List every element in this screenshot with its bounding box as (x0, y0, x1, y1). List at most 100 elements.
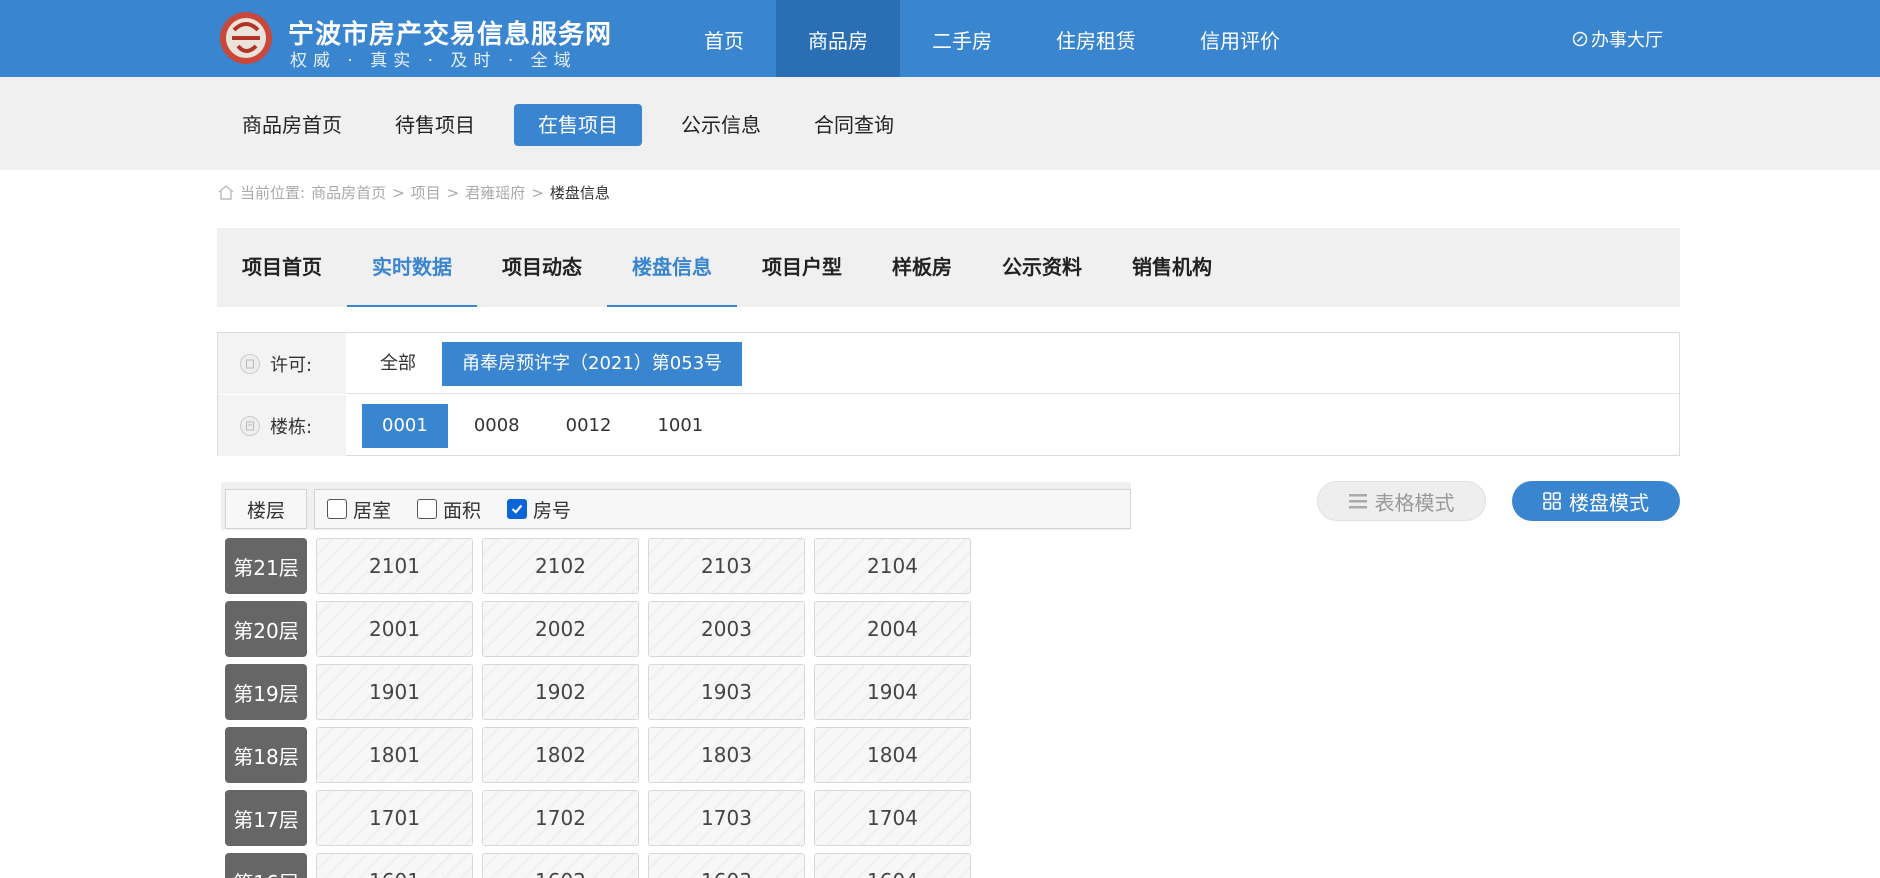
plan-mode-button[interactable]: 楼盘模式 (1512, 481, 1680, 521)
sub-nav: 商品房首页 待售项目 在售项目 公示信息 合同查询 (228, 104, 933, 146)
building-option-0001[interactable]: 0001 (362, 403, 448, 448)
filter-panel: 许可: 全部 甬奉房预许字（2021）第053号 楼栋: 0001 0008 0… (217, 332, 1680, 456)
logo-emblem-icon (220, 12, 272, 64)
check-icon (511, 504, 523, 514)
breadcrumb-separator: > (392, 183, 405, 202)
plan-mode-label: 楼盘模式 (1569, 490, 1649, 515)
tab-show-home[interactable]: 样板房 (867, 228, 977, 307)
unit-cell[interactable]: 1603 (648, 853, 805, 878)
unit-cell[interactable]: 1601 (316, 853, 473, 878)
breadcrumb-item[interactable]: 商品房首页 (311, 182, 386, 203)
unit-cell[interactable]: 1803 (648, 727, 805, 783)
unit-cell[interactable]: 2002 (482, 601, 639, 657)
floor-label: 第18层 (225, 727, 307, 783)
room-number-checkbox[interactable]: 房号 (507, 496, 571, 523)
permit-filter-label: 许可: (218, 333, 346, 394)
building-option-0012[interactable]: 0012 (546, 404, 632, 448)
floor-row: 第17层 1701 1702 1703 1704 (225, 790, 985, 846)
room-number-checkbox-label: 房号 (533, 499, 572, 522)
unit-cell[interactable]: 2001 (316, 601, 473, 657)
unit-cell[interactable]: 2103 (648, 538, 805, 594)
site-slogan: 权威 · 真实 · 及时 · 全域 (290, 51, 577, 71)
main-nav-second-hand[interactable]: 二手房 (900, 0, 1024, 77)
breadcrumb-item[interactable]: 君雍瑶府 (465, 182, 525, 203)
table-mode-label: 表格模式 (1374, 490, 1455, 515)
compass-icon (1572, 31, 1588, 47)
building-filter-label: 楼栋: (218, 395, 346, 456)
rooms-checkbox[interactable]: 居室 (327, 496, 391, 523)
unit-cell[interactable]: 1702 (482, 790, 639, 846)
building-filter-row: 楼栋: 0001 0008 0012 1001 (218, 395, 1679, 456)
unit-cell[interactable]: 1704 (814, 790, 971, 846)
floor-label: 第16层 (225, 853, 307, 878)
subnav-on-sale-projects[interactable]: 在售项目 (514, 104, 642, 146)
main-nav: 首页 商品房 二手房 住房租赁 信用评价 (672, 0, 1312, 77)
floor-label: 第19层 (225, 664, 307, 720)
unit-cell[interactable]: 1701 (316, 790, 473, 846)
tab-project-news[interactable]: 项目动态 (477, 228, 607, 307)
breadcrumb-current: 楼盘信息 (549, 184, 610, 202)
permit-options: 全部 甬奉房预许字（2021）第053号 (346, 333, 748, 394)
permit-filter-row: 许可: 全部 甬奉房预许字（2021）第053号 (218, 333, 1679, 394)
site-logo[interactable]: 宁波市房产交易信息服务网 权威 · 真实 · 及时 · 全域 (216, 6, 611, 72)
table-mode-button[interactable]: 表格模式 (1317, 481, 1486, 521)
building-option-0008[interactable]: 0008 (454, 404, 540, 448)
main-nav-home[interactable]: 首页 (672, 0, 776, 77)
area-checkbox[interactable]: 面积 (417, 496, 481, 523)
unit-cell[interactable]: 2004 (814, 601, 971, 657)
tab-building-info[interactable]: 楼盘信息 (607, 228, 737, 307)
project-tabs: 项目首页 实时数据 项目动态 楼盘信息 项目户型 样板房 公示资料 销售机构 (217, 228, 1680, 307)
breadcrumb: 当前位置: 商品房首页 > 项目 > 君雍瑶府 > 楼盘信息 (218, 182, 610, 203)
floor-row: 第16层 1601 1602 1603 1604 (225, 853, 985, 878)
unit-cell[interactable]: 1604 (814, 853, 971, 878)
subnav-public-info[interactable]: 公示信息 (667, 104, 775, 146)
subnav-pending-projects[interactable]: 待售项目 (381, 104, 489, 146)
document-icon (240, 353, 260, 374)
tab-floor-plans[interactable]: 项目户型 (737, 228, 867, 307)
unit-cell[interactable]: 1703 (648, 790, 805, 846)
permit-option-all[interactable]: 全部 (360, 342, 436, 386)
building-option-1001[interactable]: 1001 (637, 404, 723, 448)
main-nav-credit[interactable]: 信用评价 (1168, 0, 1312, 77)
floor-label: 第17层 (225, 790, 307, 846)
breadcrumb-separator: > (531, 183, 544, 202)
floor-row: 第19层 1901 1902 1903 1904 (225, 664, 985, 720)
unit-cell[interactable]: 1901 (316, 664, 473, 720)
tab-realtime-data[interactable]: 实时数据 (347, 228, 477, 307)
floor-row: 第21层 2101 2102 2103 2104 (225, 538, 985, 594)
area-checkbox-label: 面积 (443, 499, 482, 522)
rooms-checkbox-label: 居室 (353, 499, 392, 522)
unit-cell[interactable]: 2104 (814, 538, 971, 594)
permit-option-053[interactable]: 甬奉房预许字（2021）第053号 (442, 341, 743, 386)
office-link[interactable]: 办事大厅 (1572, 26, 1663, 52)
unit-cell[interactable]: 1801 (316, 727, 473, 783)
main-nav-new-homes[interactable]: 商品房 (776, 0, 900, 77)
floor-label: 第20层 (225, 601, 307, 657)
display-options: 居室 面积 房号 (314, 489, 1131, 529)
floor-label: 第21层 (225, 538, 307, 594)
unit-cell[interactable]: 1904 (814, 664, 971, 720)
checkbox-box[interactable] (417, 499, 438, 519)
checkbox-box-checked[interactable] (507, 499, 528, 519)
tab-public-documents[interactable]: 公示资料 (977, 228, 1107, 307)
subnav-contract-query[interactable]: 合同查询 (800, 104, 908, 146)
subnav-new-homes-home[interactable]: 商品房首页 (228, 104, 356, 146)
floor-column-header: 楼层 (225, 489, 307, 529)
top-header: 宁波市房产交易信息服务网 权威 · 真实 · 及时 · 全域 首页 商品房 二手… (0, 0, 1880, 77)
checkbox-box[interactable] (327, 499, 347, 519)
unit-cell[interactable]: 2102 (482, 538, 639, 594)
floor-row: 第18层 1801 1802 1803 1804 (225, 727, 985, 783)
tab-sales-agencies[interactable]: 销售机构 (1107, 228, 1237, 307)
unit-cell[interactable]: 2101 (316, 538, 473, 594)
unit-cell[interactable]: 1902 (482, 664, 639, 720)
breadcrumb-item[interactable]: 项目 (411, 182, 441, 203)
unit-cell[interactable]: 1602 (482, 853, 639, 878)
unit-cell[interactable]: 1802 (482, 727, 639, 783)
list-icon (1348, 494, 1367, 509)
building-options: 0001 0008 0012 1001 (346, 395, 729, 456)
tab-project-home[interactable]: 项目首页 (217, 228, 347, 307)
unit-cell[interactable]: 1903 (648, 664, 805, 720)
main-nav-rental[interactable]: 住房租赁 (1024, 0, 1168, 77)
unit-cell[interactable]: 2003 (648, 601, 805, 657)
unit-cell[interactable]: 1804 (814, 727, 971, 783)
